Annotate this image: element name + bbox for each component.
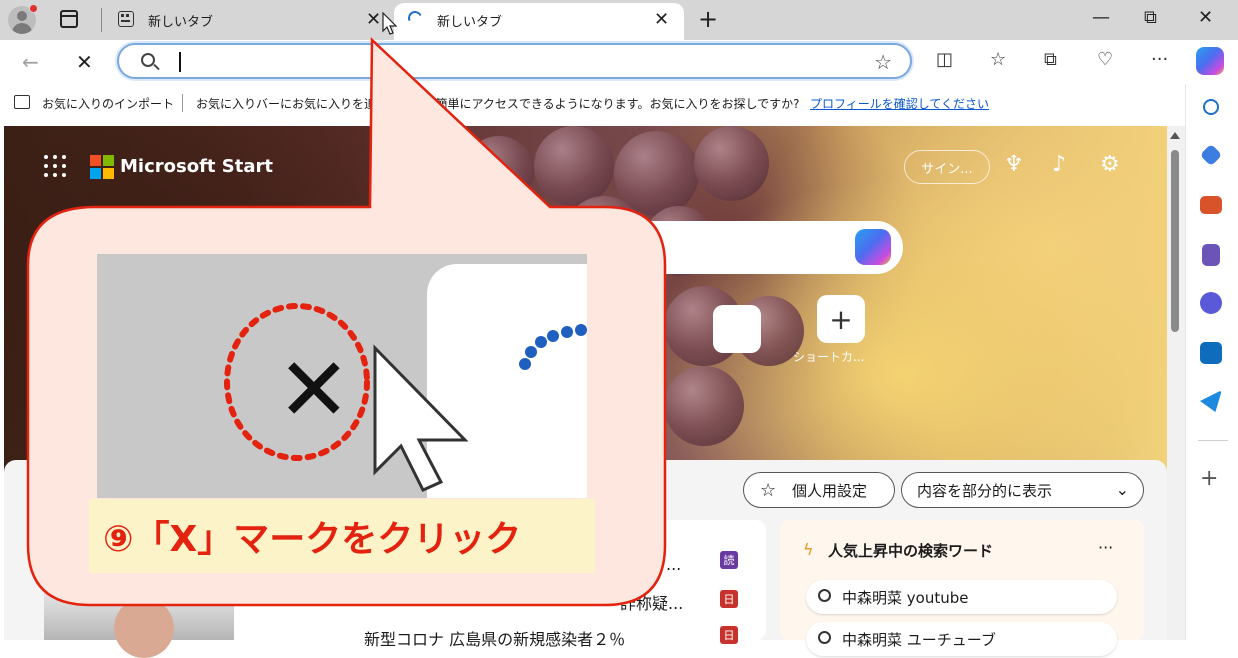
favorites-icon[interactable]: ☆ [990,49,1006,70]
minimize-button[interactable]: — [1092,7,1110,28]
search-icon [141,53,155,67]
tab-bar: 新しいタブ ✕ 新しいタブ ✕ + — ⧉ ✕ [0,0,1238,40]
news-headline[interactable]: 詐称疑... [620,590,683,614]
loading-spinner-icon [406,9,424,27]
sign-in-button[interactable]: サイン... [904,150,990,184]
new-tab-button[interactable]: + [698,5,718,33]
games-icon[interactable] [1202,244,1220,266]
outlook-icon[interactable] [1200,342,1222,364]
mouse-pointer-icon [382,12,398,35]
restore-button[interactable]: ⧉ [1144,7,1157,28]
favorite-star-icon[interactable]: ☆ [874,50,892,74]
trending-search-item[interactable]: 中森明菜 youtube [806,580,1117,614]
stop-loading-button[interactable]: ✕ [76,50,93,74]
shopping-tag-icon[interactable] [1199,143,1223,167]
tab-actions-icon[interactable] [60,10,78,28]
app-launcher-icon[interactable] [44,155,66,177]
settings-more-button[interactable]: ··· [1151,49,1168,70]
drop-send-icon[interactable] [1200,390,1222,412]
divider [101,8,102,32]
rewards-trophy-icon[interactable]: ♆ [1004,152,1024,177]
background-grape [534,126,614,206]
browser-essentials-icon[interactable]: ♡ [1097,49,1113,70]
background-grape [664,366,744,446]
microsoft-start-title: Microsoft Start [120,156,273,177]
sidebar: + [1185,84,1238,640]
page-settings-gear-icon[interactable]: ⚙ [1100,152,1120,177]
sparkle-star-icon: ☆ [760,480,777,501]
shortcut-tile[interactable] [713,305,761,353]
divider [1198,440,1228,441]
split-screen-icon[interactable]: ◫ [936,49,953,70]
trending-flame-icon: ϟ [803,540,814,559]
microsoft-logo-icon [90,155,114,179]
chevron-down-icon: ⌄ [1115,480,1129,499]
zoomed-tab-close-area: ✕ [97,254,587,498]
trending-search-item[interactable]: 中森明菜 ユーチューブ [806,622,1117,656]
news-headline[interactable]: シ... [650,551,681,575]
check-profile-link[interactable]: プロフィールを確認してください [810,95,989,112]
copilot-icon[interactable] [855,229,891,265]
trending-search-text: 中森明菜 ユーチューブ [842,630,996,649]
back-button[interactable]: ← [22,50,39,74]
window-close-button[interactable]: ✕ [1198,7,1213,28]
add-shortcut-label: ショートカ... [793,350,865,364]
web-search-box[interactable] [560,221,903,274]
scrollbar-thumb[interactable] [1171,150,1179,332]
zoomed-mouse-pointer-icon [373,344,469,492]
background-grape [694,126,769,201]
import-favorites-icon [14,95,30,109]
tab-2[interactable]: 新しいタブ ✕ [394,3,684,40]
instruction-caption: ⑨「X」マークをクリック [89,499,595,573]
notifications-bell-icon[interactable]: ♪ [1052,152,1066,177]
search-icon[interactable] [1203,99,1219,115]
personalize-label: 個人用設定 [792,481,868,500]
add-sidebar-app-button[interactable]: + [1200,466,1218,491]
background-grape [464,136,534,206]
search-icon [818,589,831,602]
import-favorites-link[interactable]: お気に入りのインポート [42,95,174,112]
news-source-icon: 日 [720,590,738,608]
tools-icon[interactable] [1200,196,1222,214]
news-icon [118,11,134,27]
news-source-icon: 日 [720,626,738,644]
notification-dot [29,4,38,13]
content-display-dropdown[interactable]: 内容を部分的に表示 ⌄ [901,472,1144,508]
collections-icon[interactable]: ⧉ [1044,49,1057,70]
favorites-bar: お気に入りのインポート お気に入りバーにお気に入りを追加すると、簡単にアクセスで… [0,84,1185,122]
highlight-circle [224,303,370,461]
content-display-label: 内容を部分的に表示 [917,481,1053,500]
search-icon [818,631,831,644]
tab-2-close-button[interactable]: ✕ [654,9,669,30]
background-grape [594,376,664,446]
add-shortcut-button[interactable]: + [817,295,865,343]
more-options-button[interactable]: ··· [1098,538,1113,557]
microsoft-365-icon[interactable] [1200,292,1222,314]
favorites-bar-message: お気に入りバーにお気に入りを追加すると、簡単にアクセスできるようになります。お気… [196,97,800,111]
tab-2-title: 新しいタブ [437,15,503,30]
divider [182,94,183,112]
address-bar[interactable]: ☆ [117,43,912,79]
tab-1-close-button[interactable]: ✕ [366,9,381,30]
scroll-up-icon[interactable] [1170,132,1180,139]
trending-search-text: 中森明菜 youtube [842,588,969,607]
news-source-icon: 読 [720,551,738,569]
trending-title: 人気上昇中の検索ワード [828,542,994,560]
tab-1[interactable]: 新しいタブ ✕ [108,0,392,40]
zoomed-loading-spinner-icon [519,324,587,370]
tab-1-title: 新しいタブ [148,15,214,30]
copilot-icon[interactable] [1196,47,1224,75]
news-photo[interactable] [44,590,234,658]
text-caret [179,52,181,72]
personalize-button[interactable]: ☆ 個人用設定 [743,472,895,508]
news-headline[interactable]: 新型コロナ 広島県の新規感染者２％ [364,626,625,650]
